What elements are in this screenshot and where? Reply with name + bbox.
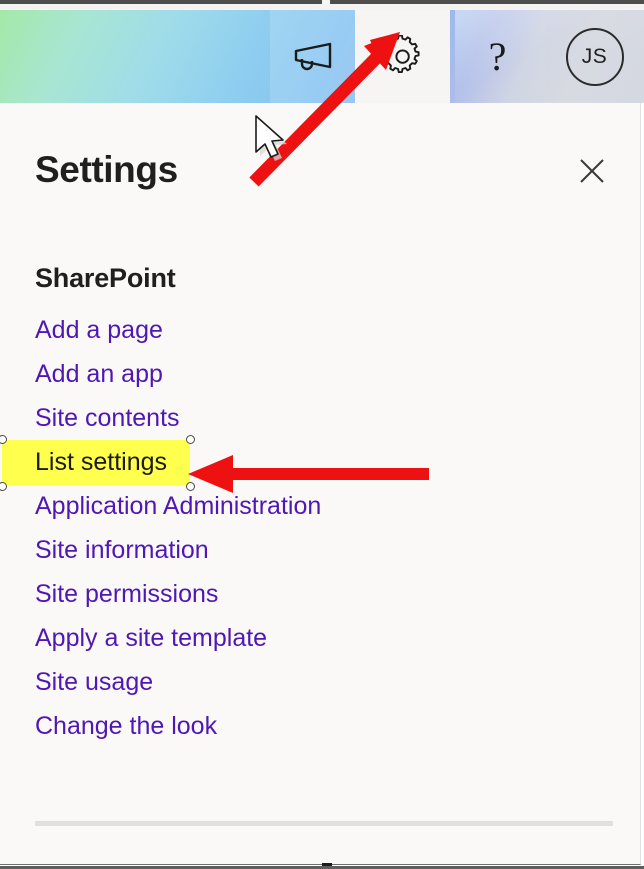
selection-handle[interactable]: [186, 482, 195, 491]
settings-menu-link[interactable]: Site permissions: [35, 581, 218, 608]
settings-menu-item[interactable]: Site contents: [0, 396, 640, 440]
section-heading: SharePoint: [35, 263, 176, 293]
settings-menu-link[interactable]: List settings: [35, 449, 167, 476]
settings-menu-link[interactable]: Apply a site template: [35, 625, 267, 652]
settings-menu-item[interactable]: List settings: [0, 435, 640, 491]
page-title: Settings: [35, 149, 178, 190]
settings-panel: Settings SharePoint Add a page Add an app…: [0, 103, 641, 865]
avatar: JS: [565, 27, 624, 86]
selection-handle[interactable]: [186, 435, 195, 444]
question-mark-icon: ?: [488, 33, 507, 79]
settings-menu-item[interactable]: Site usage: [0, 660, 640, 704]
settings-menu-link[interactable]: Site usage: [35, 669, 153, 696]
sharepoint-section: SharePoint Add a page Add an app Site cont…: [0, 263, 640, 748]
gear-icon: [380, 34, 425, 79]
panel-divider: [35, 821, 613, 826]
close-button[interactable]: [573, 153, 611, 191]
settings-menu-item[interactable]: Apply a site template: [0, 616, 640, 660]
close-icon: [577, 156, 607, 189]
screenshot-root: ? JS Settings SharePoint Add a page Add a…: [0, 0, 644, 869]
settings-menu-item[interactable]: Application Administration: [0, 484, 640, 528]
settings-menu-link[interactable]: Site information: [35, 537, 209, 564]
settings-menu-item[interactable]: Change the look: [0, 704, 640, 748]
help-button[interactable]: ?: [450, 10, 545, 103]
settings-menu-link[interactable]: Application Administration: [35, 493, 321, 520]
settings-button[interactable]: [355, 10, 450, 103]
settings-menu-link[interactable]: Change the look: [35, 713, 217, 740]
settings-menu-link[interactable]: Add an app: [35, 361, 163, 388]
settings-menu-item[interactable]: Add an app: [0, 352, 640, 396]
settings-menu-item[interactable]: Add a page: [0, 308, 640, 352]
settings-menu-link[interactable]: Add a page: [35, 317, 163, 344]
feedback-button[interactable]: [270, 10, 355, 103]
settings-menu-list: Add a page Add an app Site contents List se…: [0, 308, 640, 748]
account-manager-button[interactable]: JS: [545, 10, 644, 103]
settings-menu-item[interactable]: Site information: [0, 528, 640, 572]
settings-menu-link[interactable]: Site contents: [35, 405, 180, 432]
megaphone-icon: [290, 40, 336, 74]
settings-menu-item[interactable]: Site permissions: [0, 572, 640, 616]
suite-header-bar: ? JS: [0, 10, 644, 103]
settings-panel-header: Settings: [0, 103, 640, 223]
